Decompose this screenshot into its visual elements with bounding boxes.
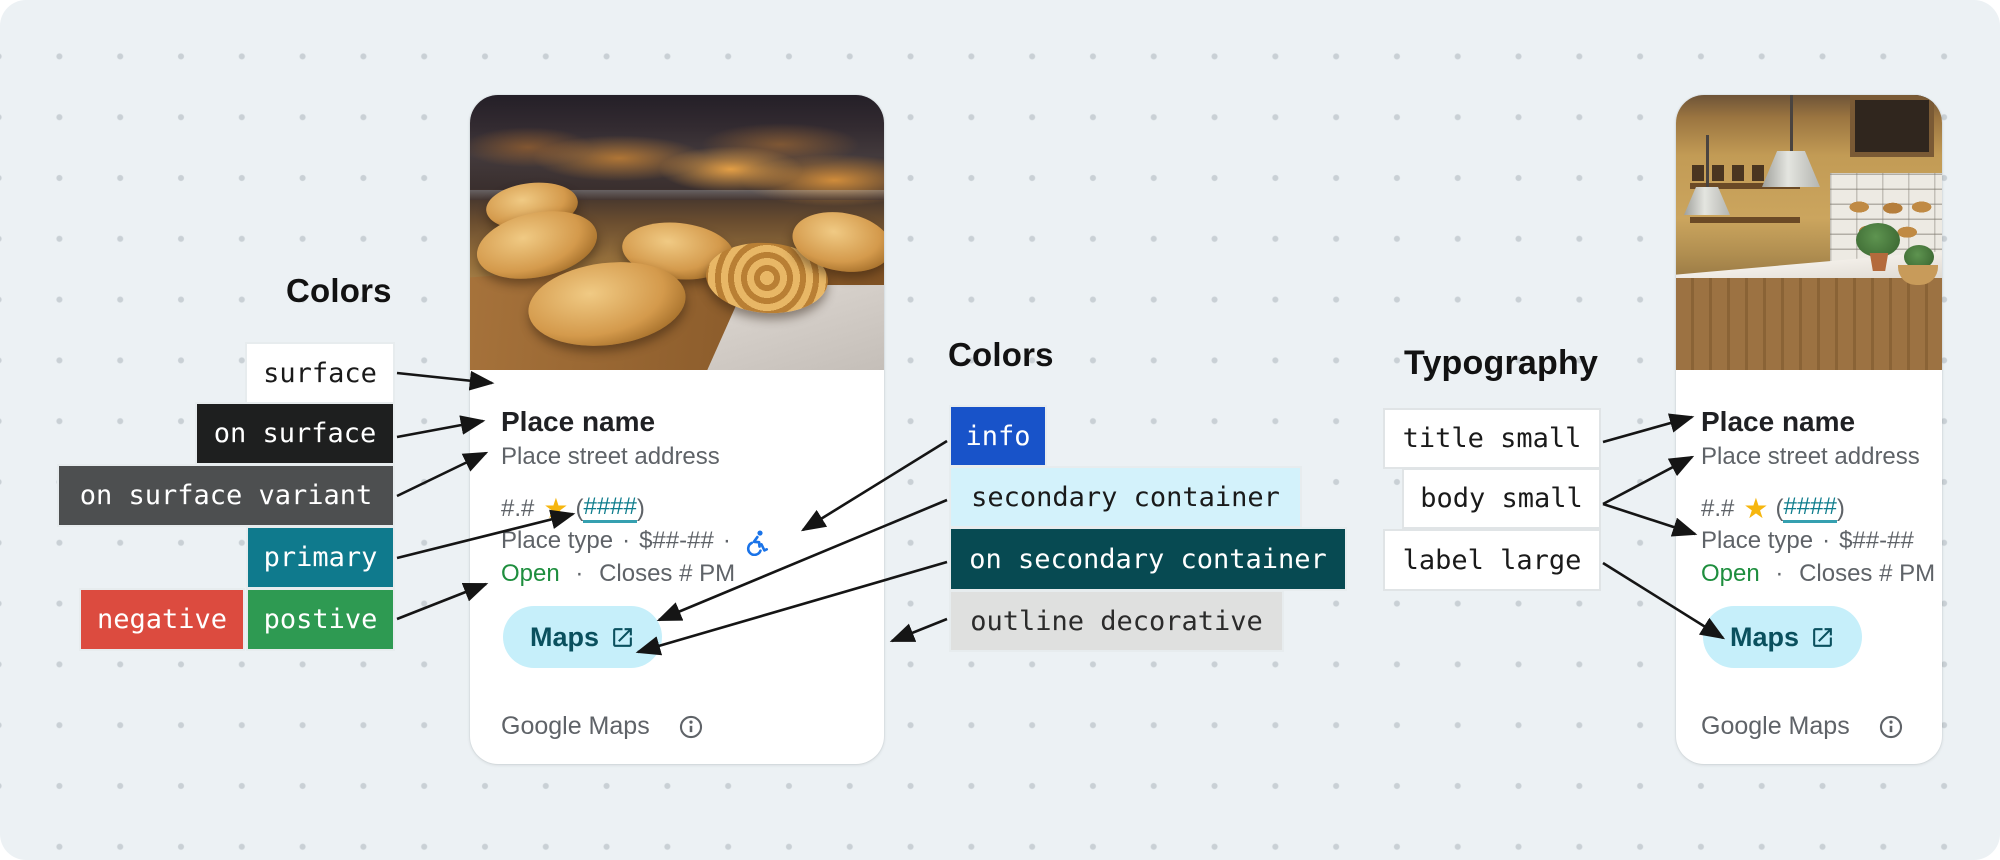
separator-dot: · [723,526,731,556]
external-link-icon [1810,625,1835,650]
swatch-outline-decorative: outline decorative [949,590,1284,652]
place-card-cafe: Place name Place street address #.# ★ ( … [1676,95,1942,764]
place-type-line: Place type · $##-## · [501,526,868,556]
place-photo-bakery [470,95,884,370]
rating-line: #.# ★ ( #### ) [1701,493,1926,525]
rating-value: #.# [501,495,534,523]
info-icon[interactable] [1877,713,1905,741]
external-link-icon [610,625,635,650]
rating-value: #.# [1701,495,1734,523]
typography-label-large: label large [1383,529,1601,591]
price-range: $##-## [639,526,714,556]
swatch-surface: surface [245,342,395,404]
separator-dot: · [575,560,583,587]
info-icon[interactable] [677,713,705,741]
paren-close: ) [1837,495,1845,523]
swatch-negative: negative [79,588,245,651]
review-count-link[interactable]: #### [1783,495,1836,523]
swatch-on-surface-variant: on surface variant [57,464,395,527]
place-type: Place type [1701,526,1813,556]
paren-open: ( [575,495,583,523]
spec-board: Colors Colors Typography surface on surf… [0,0,2000,860]
hours-line: Open · Closes # PM [1701,559,1926,589]
maps-button[interactable]: Maps [1703,606,1862,668]
separator-dot: · [622,526,630,556]
closes-text: Closes # PM [1799,560,1935,587]
swatch-primary: primary [246,526,395,589]
attribution-row: Google Maps [501,712,868,741]
place-name: Place name [1701,405,1926,438]
rating-line: #.# ★ ( #### ) [501,493,868,525]
star-icon: ★ [1743,495,1768,523]
maps-button-label: Maps [530,623,599,651]
swatch-positive: postive [246,588,395,651]
place-type: Place type [501,526,613,556]
wheelchair-accessible-icon [742,529,769,556]
attribution-text: Google Maps [501,712,650,741]
price-range: $##-## [1839,526,1914,556]
card-body: Place name Place street address #.# ★ ( … [470,370,884,741]
maps-button-label: Maps [1730,623,1799,651]
hours-line: Open · Closes # PM [501,559,868,589]
place-street-address: Place street address [1701,442,1926,472]
typography-heading: Typography [1404,344,1598,383]
typography-title-small: title small [1383,408,1601,469]
review-count-link[interactable]: #### [583,495,636,523]
swatch-on-surface: on surface [195,402,395,465]
separator-dot: · [1775,560,1783,587]
paren-close: ) [637,495,645,523]
separator-dot: · [1822,526,1830,556]
middle-colors-heading: Colors [948,336,1054,374]
paren-open: ( [1775,495,1783,523]
swatch-info: info [949,405,1047,467]
maps-button[interactable]: Maps [503,606,662,668]
design-spec-canvas: Colors Colors Typography surface on surf… [0,0,2000,860]
card-body: Place name Place street address #.# ★ ( … [1676,370,1942,741]
left-colors-heading: Colors [286,272,392,310]
place-type-line: Place type · $##-## [1701,526,1926,556]
open-status: Open [1701,560,1760,587]
place-name: Place name [501,405,868,438]
star-icon: ★ [543,495,568,523]
place-card-bakery: Place name Place street address #.# ★ ( … [470,95,884,764]
attribution-text: Google Maps [1701,712,1850,741]
typography-body-small: body small [1402,468,1601,529]
swatch-on-secondary-container: on secondary container [949,527,1347,591]
place-photo-cafe [1676,95,1942,370]
open-status: Open [501,560,560,587]
place-street-address: Place street address [501,442,868,472]
attribution-row: Google Maps [1701,712,1926,741]
closes-text: Closes # PM [599,560,735,587]
swatch-secondary-container: secondary container [949,466,1302,528]
